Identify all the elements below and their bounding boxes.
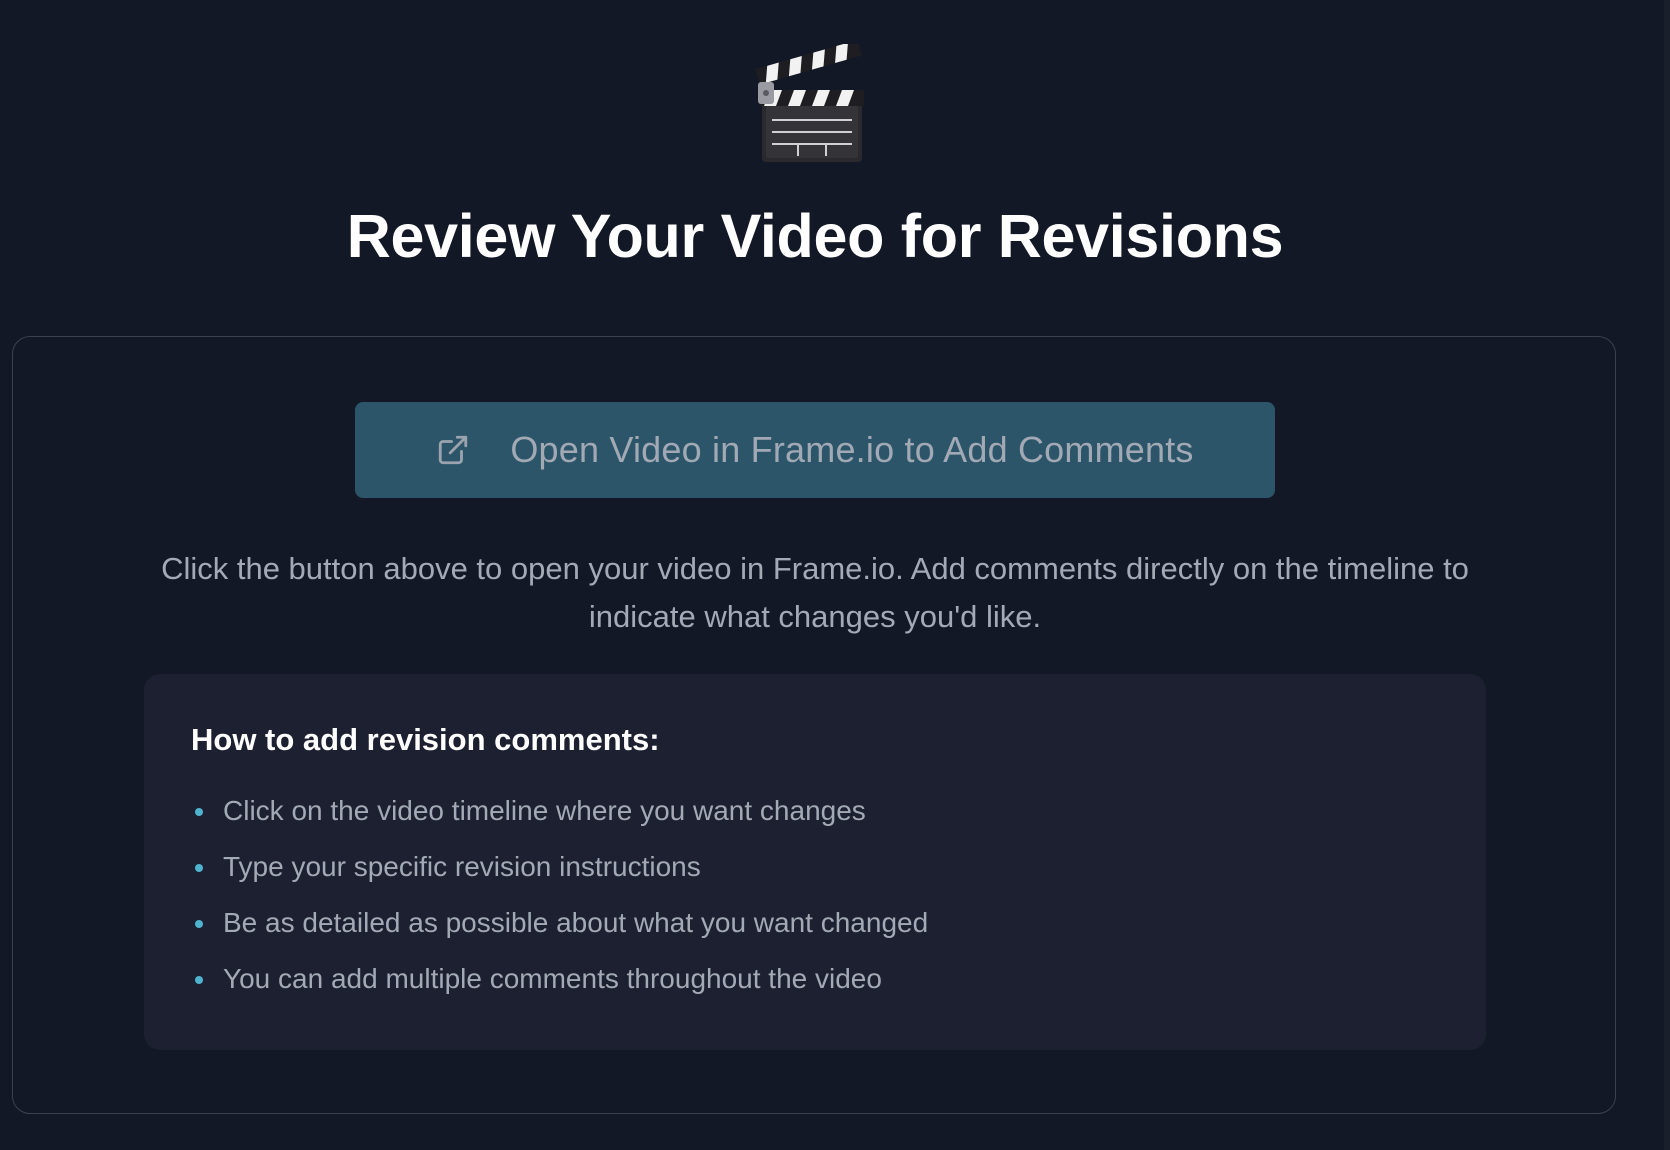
- bullet-icon: [195, 976, 203, 984]
- external-link-icon: [436, 433, 470, 467]
- page-title: Review Your Video for Revisions: [346, 202, 1284, 270]
- list-item: You can add multiple comments throughout…: [191, 964, 928, 1020]
- bullet-icon: [195, 920, 203, 928]
- open-frameio-button[interactable]: Open Video in Frame.io to Add Comments: [355, 402, 1275, 498]
- list-item: Be as detailed as possible about what yo…: [191, 908, 928, 964]
- list-item: Click on the video timeline where you wa…: [191, 796, 928, 852]
- bullet-icon: [195, 808, 203, 816]
- instructions-panel: How to add revision comments: Click on t…: [144, 674, 1486, 1050]
- open-frameio-button-label: Open Video in Frame.io to Add Comments: [510, 429, 1194, 470]
- clapper-board-icon: [752, 39, 876, 168]
- list-item-text: Type your specific revision instructions: [223, 851, 701, 882]
- list-item-text: Click on the video timeline where you wa…: [223, 795, 866, 826]
- list-item-text: Be as detailed as possible about what yo…: [223, 907, 929, 938]
- instructions-list: Click on the video timeline where you wa…: [191, 796, 928, 1020]
- instructions-heading: How to add revision comments:: [191, 722, 660, 757]
- scrollbar[interactable]: [1664, 0, 1670, 1150]
- bullet-icon: [195, 864, 203, 872]
- list-item: Type your specific revision instructions: [191, 852, 928, 908]
- list-item-text: You can add multiple comments throughout…: [223, 963, 882, 994]
- review-page: Review Your Video for Revisions Open Vid…: [0, 0, 1670, 1150]
- instructions-description: Click the button above to open your vide…: [161, 551, 1469, 634]
